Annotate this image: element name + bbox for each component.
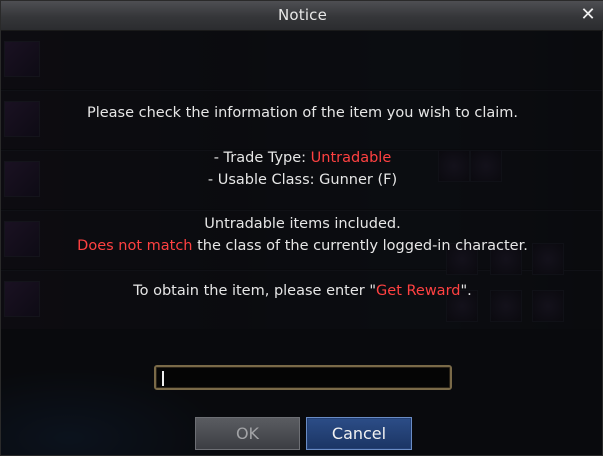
untradable-note: Untradable items included. [204,216,401,232]
close-icon[interactable]: ✕ [578,5,598,25]
confirmation-input[interactable] [154,365,452,390]
obtain-instruction: To obtain the item, please enter "Get Re… [1,283,603,299]
trade-type-label: - Trade Type: [213,150,311,166]
cancel-button[interactable]: Cancel [306,417,412,450]
trade-type-value: Untradable [310,150,392,166]
obtain-keyword: Get Reward [376,283,461,299]
ok-button[interactable]: OK [195,417,300,450]
claim-info-text: Please check the information of the item… [86,105,519,121]
obtain-suffix: ". [460,283,472,299]
notice-dialog: Notice ✕ Please check the information of… [0,0,603,456]
mismatch-rest: the class of the currently logged-in cha… [192,238,528,254]
class-mismatch-line: Does not match the class of the currentl… [1,238,603,254]
dialog-title: Notice [277,6,328,24]
text-caret [162,371,164,386]
mismatch-highlight: Does not match [77,238,193,254]
dialog-titlebar: Notice ✕ [1,1,603,31]
trade-type-line: - Trade Type: Untradable [1,150,603,166]
usable-class-line: - Usable Class: Gunner (F) [207,172,398,188]
obtain-prefix: To obtain the item, please enter " [133,283,377,299]
